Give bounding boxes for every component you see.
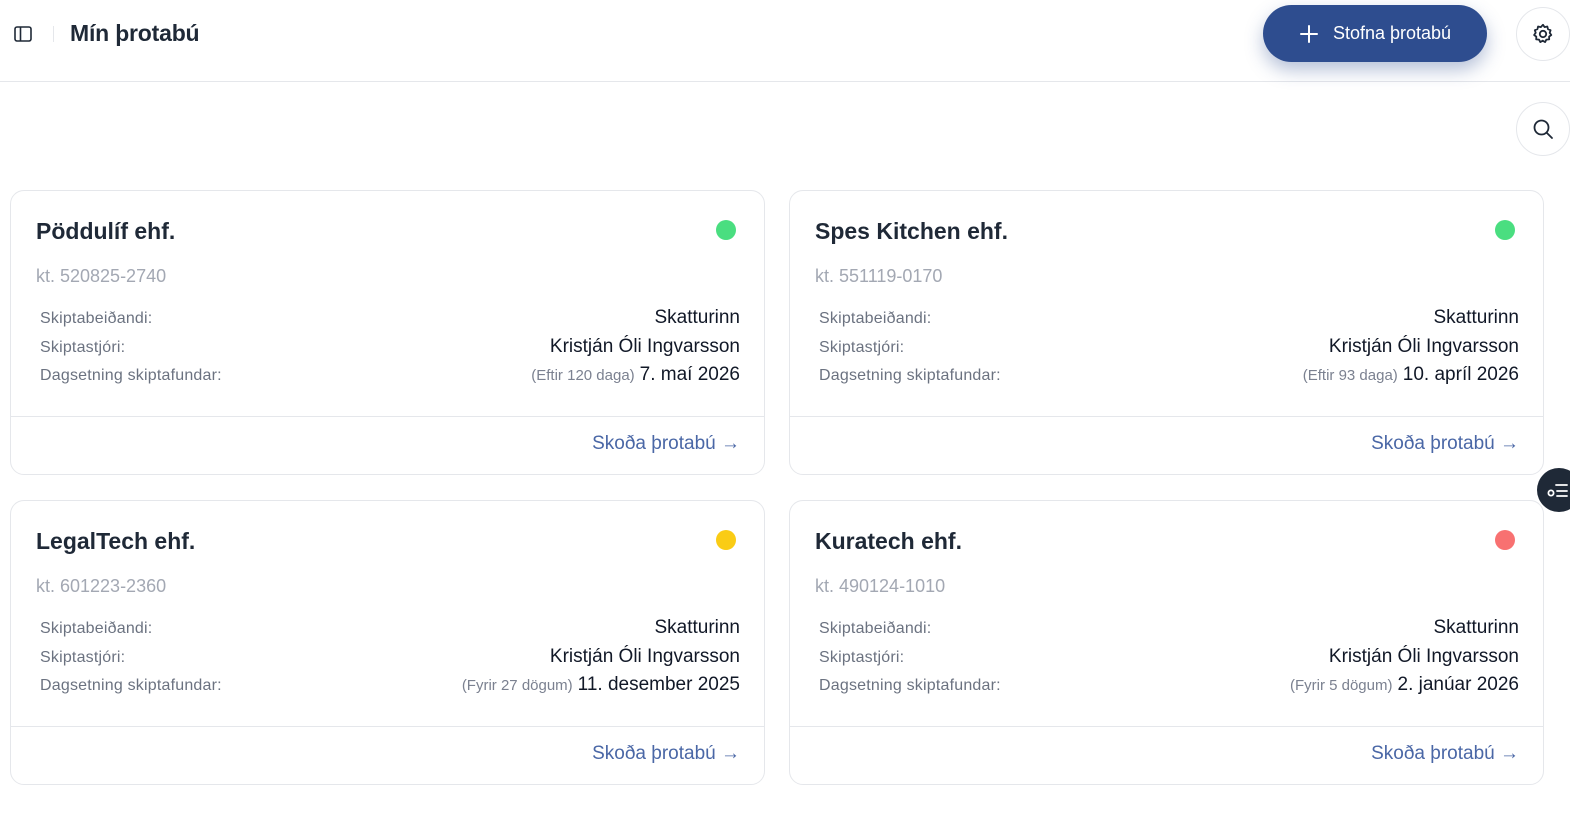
status-dot-red bbox=[1495, 530, 1515, 550]
meeting-date-row: Dagsetning skiptafundar: (Eftir 93 daga)… bbox=[819, 364, 1519, 390]
requester-label: Skiptabeiðandi: bbox=[819, 310, 932, 327]
administrator-value: Kristján Óli Ingvarsson bbox=[1328, 336, 1519, 357]
meeting-relative-time: (Fyrir 5 dögum) bbox=[1289, 677, 1393, 694]
card-divider bbox=[790, 726, 1543, 727]
meeting-date: 10. apríl 2026 bbox=[1402, 364, 1519, 385]
estate-kennitala: kt. 520825-2740 bbox=[36, 266, 167, 286]
requester-label: Skiptabeiðandi: bbox=[40, 620, 153, 637]
estate-card: Pöddulíf ehf. kt. 520825-2740 Skiptabeið… bbox=[10, 190, 765, 475]
gear-icon bbox=[1533, 23, 1553, 43]
requester-row: Skiptabeiðandi: Skatturinn bbox=[40, 307, 740, 333]
meeting-date-row: Dagsetning skiptafundar: (Eftir 120 daga… bbox=[40, 364, 740, 390]
view-estate-link[interactable]: Skoða þrotabú → bbox=[592, 743, 740, 765]
requester-value: Skatturinn bbox=[654, 307, 740, 328]
estate-name: Spes Kitchen ehf. bbox=[815, 218, 1008, 244]
meeting-relative-time: (Eftir 120 daga) bbox=[531, 367, 635, 384]
meeting-date-label: Dagsetning skiptafundar: bbox=[40, 367, 222, 384]
requester-row: Skiptabeiðandi: Skatturinn bbox=[819, 307, 1519, 333]
card-divider bbox=[790, 416, 1543, 417]
meeting-date-value: (Eftir 93 daga) 10. apríl 2026 bbox=[1303, 364, 1519, 386]
search-button[interactable] bbox=[1516, 102, 1570, 156]
requester-row: Skiptabeiðandi: Skatturinn bbox=[819, 617, 1519, 643]
estate-card: Spes Kitchen ehf. kt. 551119-0170 Skipta… bbox=[789, 190, 1544, 475]
administrator-value: Kristján Óli Ingvarsson bbox=[549, 646, 740, 667]
administrator-label: Skiptastjóri: bbox=[819, 649, 905, 666]
search-icon bbox=[1533, 119, 1553, 139]
status-dot-yellow bbox=[716, 530, 736, 550]
estate-kennitala: kt. 551119-0170 bbox=[815, 266, 943, 286]
requester-value: Skatturinn bbox=[1433, 307, 1519, 328]
create-estate-button[interactable]: Stofna þrotabú bbox=[1263, 5, 1487, 62]
top-bar: Mín þrotabú Stofna þrotabú bbox=[0, 0, 1570, 82]
meeting-date-label: Dagsetning skiptafundar: bbox=[819, 367, 1001, 384]
view-estate-link[interactable]: Skoða þrotabú → bbox=[592, 433, 740, 455]
settings-button[interactable] bbox=[1516, 7, 1570, 61]
estate-kennitala: kt. 601223-2360 bbox=[36, 576, 167, 596]
estate-card: LegalTech ehf. kt. 601223-2360 Skiptabei… bbox=[10, 500, 765, 785]
header-divider bbox=[53, 26, 54, 42]
status-dot-green bbox=[716, 220, 736, 240]
create-estate-label: Stofna þrotabú bbox=[1332, 23, 1452, 43]
requester-value: Skatturinn bbox=[654, 617, 740, 638]
administrator-label: Skiptastjóri: bbox=[819, 339, 905, 356]
meeting-date: 7. maí 2026 bbox=[639, 364, 740, 385]
administrator-row: Skiptastjóri: Kristján Óli Ingvarsson bbox=[40, 646, 740, 672]
plus-icon bbox=[1299, 24, 1318, 43]
meeting-relative-time: (Eftir 93 daga) bbox=[1302, 367, 1398, 384]
list-settings-icon bbox=[1547, 484, 1568, 497]
administrator-row: Skiptastjóri: Kristján Óli Ingvarsson bbox=[819, 646, 1519, 672]
administrator-row: Skiptastjóri: Kristján Óli Ingvarsson bbox=[819, 336, 1519, 362]
estate-name: Pöddulíf ehf. bbox=[36, 218, 176, 244]
card-divider bbox=[11, 726, 764, 727]
page-title: Mín þrotabú bbox=[70, 20, 200, 46]
requester-row: Skiptabeiðandi: Skatturinn bbox=[40, 617, 740, 643]
requester-value: Skatturinn bbox=[1433, 617, 1519, 638]
meeting-date-row: Dagsetning skiptafundar: (Fyrir 27 dögum… bbox=[40, 674, 740, 700]
estate-kennitala: kt. 490124-1010 bbox=[815, 576, 946, 596]
estate-name: Kuratech ehf. bbox=[815, 528, 962, 554]
administrator-value: Kristján Óli Ingvarsson bbox=[549, 336, 740, 357]
meeting-date: 2. janúar 2026 bbox=[1397, 674, 1520, 695]
administrator-label: Skiptastjóri: bbox=[40, 649, 126, 666]
meeting-date-value: (Fyrir 5 dögum) 2. janúar 2026 bbox=[1290, 674, 1519, 696]
administrator-row: Skiptastjóri: Kristján Óli Ingvarsson bbox=[40, 336, 740, 362]
meeting-date-label: Dagsetning skiptafundar: bbox=[40, 677, 222, 694]
meeting-date-row: Dagsetning skiptafundar: (Fyrir 5 dögum)… bbox=[819, 674, 1519, 700]
requester-label: Skiptabeiðandi: bbox=[819, 620, 932, 637]
meeting-date-value: (Eftir 120 daga) 7. maí 2026 bbox=[531, 364, 740, 386]
estate-card: Kuratech ehf. kt. 490124-1010 Skiptabeið… bbox=[789, 500, 1544, 785]
sidebar-toggle-icon[interactable] bbox=[12, 24, 34, 44]
meeting-date-value: (Fyrir 27 dögum) 11. desember 2025 bbox=[462, 674, 740, 696]
card-divider bbox=[11, 416, 764, 417]
side-panel-tab[interactable] bbox=[1537, 468, 1570, 512]
estate-name: LegalTech ehf. bbox=[36, 528, 196, 554]
view-estate-link[interactable]: Skoða þrotabú → bbox=[1371, 743, 1519, 765]
meeting-date-label: Dagsetning skiptafundar: bbox=[819, 677, 1001, 694]
requester-label: Skiptabeiðandi: bbox=[40, 310, 153, 327]
status-dot-green bbox=[1495, 220, 1515, 240]
meeting-date: 11. desember 2025 bbox=[577, 674, 740, 695]
view-estate-link[interactable]: Skoða þrotabú → bbox=[1371, 433, 1519, 455]
meeting-relative-time: (Fyrir 27 dögum) bbox=[461, 677, 573, 694]
administrator-label: Skiptastjóri: bbox=[40, 339, 126, 356]
administrator-value: Kristján Óli Ingvarsson bbox=[1328, 646, 1519, 667]
